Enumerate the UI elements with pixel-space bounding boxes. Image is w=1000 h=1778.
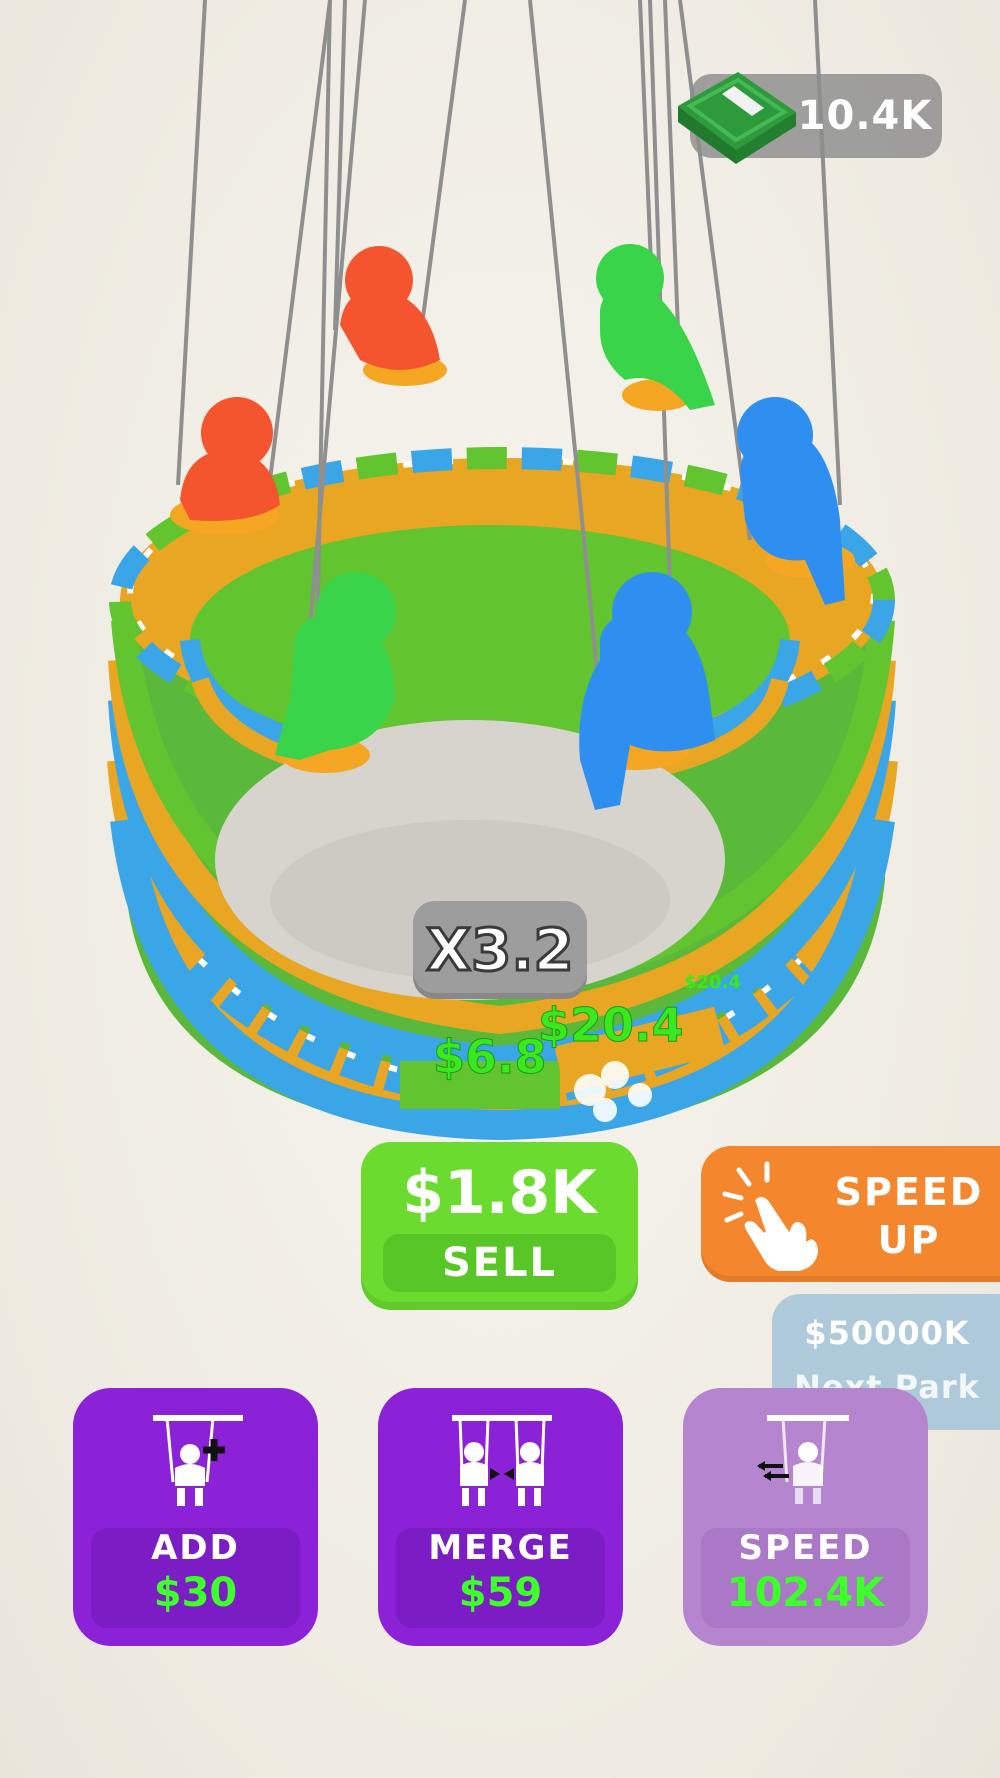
tap-hand-icon — [722, 1161, 821, 1273]
add-upgrade-price: $30 — [153, 1570, 238, 1616]
next-park-amount: $50000K — [804, 1314, 970, 1352]
speed-up-label-line1: SPEED — [834, 1170, 984, 1214]
sell-amount: $1.8K — [402, 1158, 597, 1228]
speed-swing-icon — [757, 1415, 849, 1504]
add-swing-icon — [153, 1415, 243, 1506]
floating-earning: $20.4 — [684, 972, 741, 993]
swing-rider — [596, 244, 715, 411]
speed-upgrade-button[interactable]: SPEED 102.4K — [683, 1388, 928, 1646]
floating-earning: $6.8 — [433, 1030, 547, 1085]
money-value: 10.4K — [797, 93, 933, 139]
cash-bundle-icon — [678, 72, 796, 164]
swing-rider — [170, 397, 280, 535]
merge-swings-icon — [452, 1415, 552, 1506]
speed-up-label-line2: UP — [877, 1218, 941, 1262]
merge-upgrade-price: $59 — [458, 1570, 543, 1616]
speed-upgrade-price: 102.4K — [726, 1570, 885, 1616]
merge-upgrade-label: MERGE — [428, 1528, 573, 1568]
merge-upgrade-button[interactable]: MERGE $59 — [378, 1388, 623, 1646]
floating-earning: $20.4 — [538, 998, 685, 1053]
sell-label: SELL — [383, 1234, 616, 1292]
add-upgrade-label: ADD — [151, 1528, 240, 1568]
multiplier-badge: X3.2 — [413, 901, 587, 999]
speed-upgrade-label: SPEED — [738, 1528, 873, 1568]
speed-up-button[interactable]: SPEED UP — [701, 1146, 1000, 1282]
add-upgrade-button[interactable]: ADD $30 — [73, 1388, 318, 1646]
sell-button[interactable]: $1.8K SELL — [361, 1142, 638, 1310]
